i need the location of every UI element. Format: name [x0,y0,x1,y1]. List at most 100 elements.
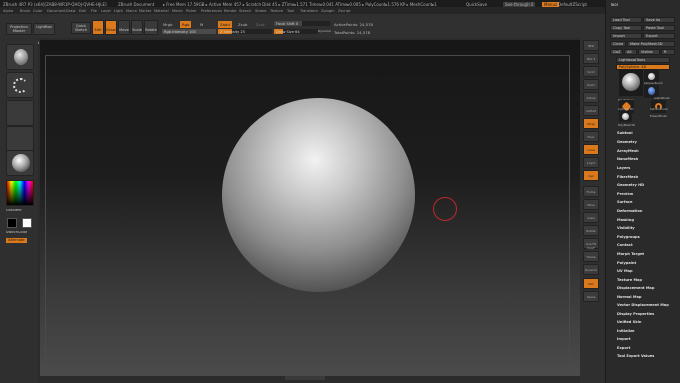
subpalette-layers[interactable]: Layers [617,166,630,170]
subpalette-arraymesh[interactable]: ArrayMesh [617,149,639,153]
persp-button[interactable]: Persp [583,118,599,129]
aahalf-button[interactable]: AAHalf [583,105,599,116]
clone-button[interactable]: Clone [610,41,626,47]
menu-preferences[interactable]: Preferences [201,9,222,13]
subpalette-deformation[interactable]: Deformation [617,209,642,213]
menu-texture[interactable]: Texture [270,9,283,13]
solo-button[interactable]: Solo [583,278,599,289]
alpha-thumbnail[interactable] [6,100,34,126]
see-through-slider[interactable]: See-through 0 [503,1,536,7]
menus-button[interactable]: Menus [542,1,560,7]
menu-macro[interactable]: Macro [126,9,137,13]
menu-color[interactable]: Color [33,9,42,13]
subpalette-uv-map[interactable]: UV Map [617,269,633,273]
move-button[interactable]: Move [118,20,130,35]
all-button[interactable]: All [624,49,637,55]
r-button[interactable]: R [661,49,675,55]
subpalette-normal-map[interactable]: Normal Map [617,295,641,299]
texture-thumbnail[interactable] [6,126,34,152]
subpalette-fibermesh[interactable]: FiberMesh [617,175,638,179]
export-tool-button[interactable]: Export [643,33,675,39]
make-polymesh-button[interactable]: Make PolyMesh3D [627,41,675,47]
rotate-view-button[interactable]: Rotate [583,225,599,236]
goz-button[interactable]: GoZ [610,49,623,55]
menu-material[interactable]: Material [154,9,169,13]
subpalette-subtool[interactable]: Subtool [617,131,633,135]
subpalette-texture-map[interactable]: Texture Map [617,278,642,282]
menu-alpha[interactable]: Alpha [3,9,13,13]
subpalette-preview[interactable]: Preview [617,192,633,196]
subpalette-displacement-map[interactable]: Displacement Map [617,286,654,290]
copy-tool-button[interactable]: Copy Tool [610,25,642,31]
brush-thumbnail[interactable] [6,44,34,70]
mrgb-toggle[interactable]: Mrgb [163,22,173,27]
subpalette-unified-skin[interactable]: Unified Skin [617,320,641,324]
visible-button[interactable]: Visible [638,49,660,55]
menu-light[interactable]: Light [114,9,123,13]
menu-transform[interactable]: Transform [300,9,318,13]
scroll-button[interactable]: Scroll [583,66,599,77]
zcut-toggle[interactable]: Zcut [256,22,265,27]
gyz-button[interactable]: Gyz [583,170,599,181]
menu-file[interactable]: File [91,9,97,13]
gradient-label[interactable]: Gradient [6,209,22,213]
dynamic-button[interactable]: Dynamic [318,29,331,33]
default-zscript-button[interactable]: DefaultZScript [558,2,587,7]
xpose-button[interactable]: Xpose [583,291,599,302]
alternate-button[interactable]: Alternate [6,238,27,243]
lightbox-button[interactable]: LightBox [33,23,55,35]
menu-document[interactable]: Document [47,9,66,13]
rotate-button[interactable]: Rotate [144,20,158,35]
subpalette-visibility[interactable]: Visibility [617,226,635,230]
bottom-tray-handle[interactable] [285,376,325,380]
floor-button[interactable]: Floor [583,131,599,142]
local-button[interactable]: Local [583,144,599,155]
color-picker[interactable] [6,180,34,206]
subpalette-display-properties[interactable]: Display Properties [617,312,654,316]
menu-marker[interactable]: Marker [139,9,151,13]
lsym-button[interactable]: L.Sym [583,157,599,168]
primary-color-swatch[interactable] [7,218,17,228]
menu-layer[interactable]: Layer [101,9,111,13]
menu-render[interactable]: Render [224,9,237,13]
lightbox-tools-button[interactable]: Lightbox▸Tools [616,57,670,63]
focal-shift-slider[interactable]: Focal Shift 0 [274,21,330,26]
tool-polymesh3d[interactable] [619,111,632,122]
menu-zscript[interactable]: Zscript [338,9,350,13]
subpalette-export[interactable]: Export [617,346,630,350]
subpalette-surface[interactable]: Surface [617,200,632,204]
subpalette-import[interactable]: Import [617,337,631,341]
dynamic-view-button[interactable]: Dynamic [583,264,599,275]
load-tool-button[interactable]: Load Tool [610,17,642,23]
zsub-toggle[interactable]: Zsub [238,22,247,27]
bpr-button[interactable]: BPR [583,40,599,51]
frame-button[interactable]: Frame [583,186,599,197]
stroke-thumbnail[interactable] [6,72,34,98]
rgb-intensity-slider[interactable]: Rgb Intensity 100 [162,29,216,34]
switch-color-button[interactable]: SwitchColor [6,231,27,235]
subpalette-tool-export-values[interactable]: Tool Export Values [617,354,654,358]
menu-edit[interactable]: Edit [79,9,86,13]
paste-tool-button[interactable]: Paste Tool [643,25,675,31]
polyframe-button[interactable]: Line Fill PolyF [583,238,599,250]
quicksave-button[interactable]: QuickSave [466,2,487,7]
z-intensity-slider[interactable]: Z Intensity 25 [218,29,272,34]
quick-sketch-button[interactable]: Quick Sketch [71,22,91,34]
import-tool-button[interactable]: Import [610,33,642,39]
material-thumbnail[interactable] [6,150,34,176]
menu-draw[interactable]: Draw [66,9,75,13]
move-view-button[interactable]: Move [583,199,599,210]
draw-size-slider[interactable]: Draw Size 64 [274,29,318,34]
subpalette-initialize[interactable]: Initialize [617,329,635,333]
transp-button[interactable]: Transp [583,251,599,262]
menu-stroke[interactable]: Stroke [255,9,266,13]
zadd-toggle[interactable]: Zadd [218,21,232,28]
scale-button[interactable]: Scale [131,20,143,35]
menu-movie[interactable]: Movie [172,9,183,13]
zoom-button[interactable]: Zoom [583,79,599,90]
subpalette-morph-target[interactable]: Morph Target [617,252,644,256]
draw-button[interactable]: Draw [105,20,117,35]
menu-picker[interactable]: Picker [186,9,197,13]
subpalette-polypaint[interactable]: Polypaint [617,261,636,265]
subpalette-nanomesh[interactable]: NanoMesh [617,157,638,161]
